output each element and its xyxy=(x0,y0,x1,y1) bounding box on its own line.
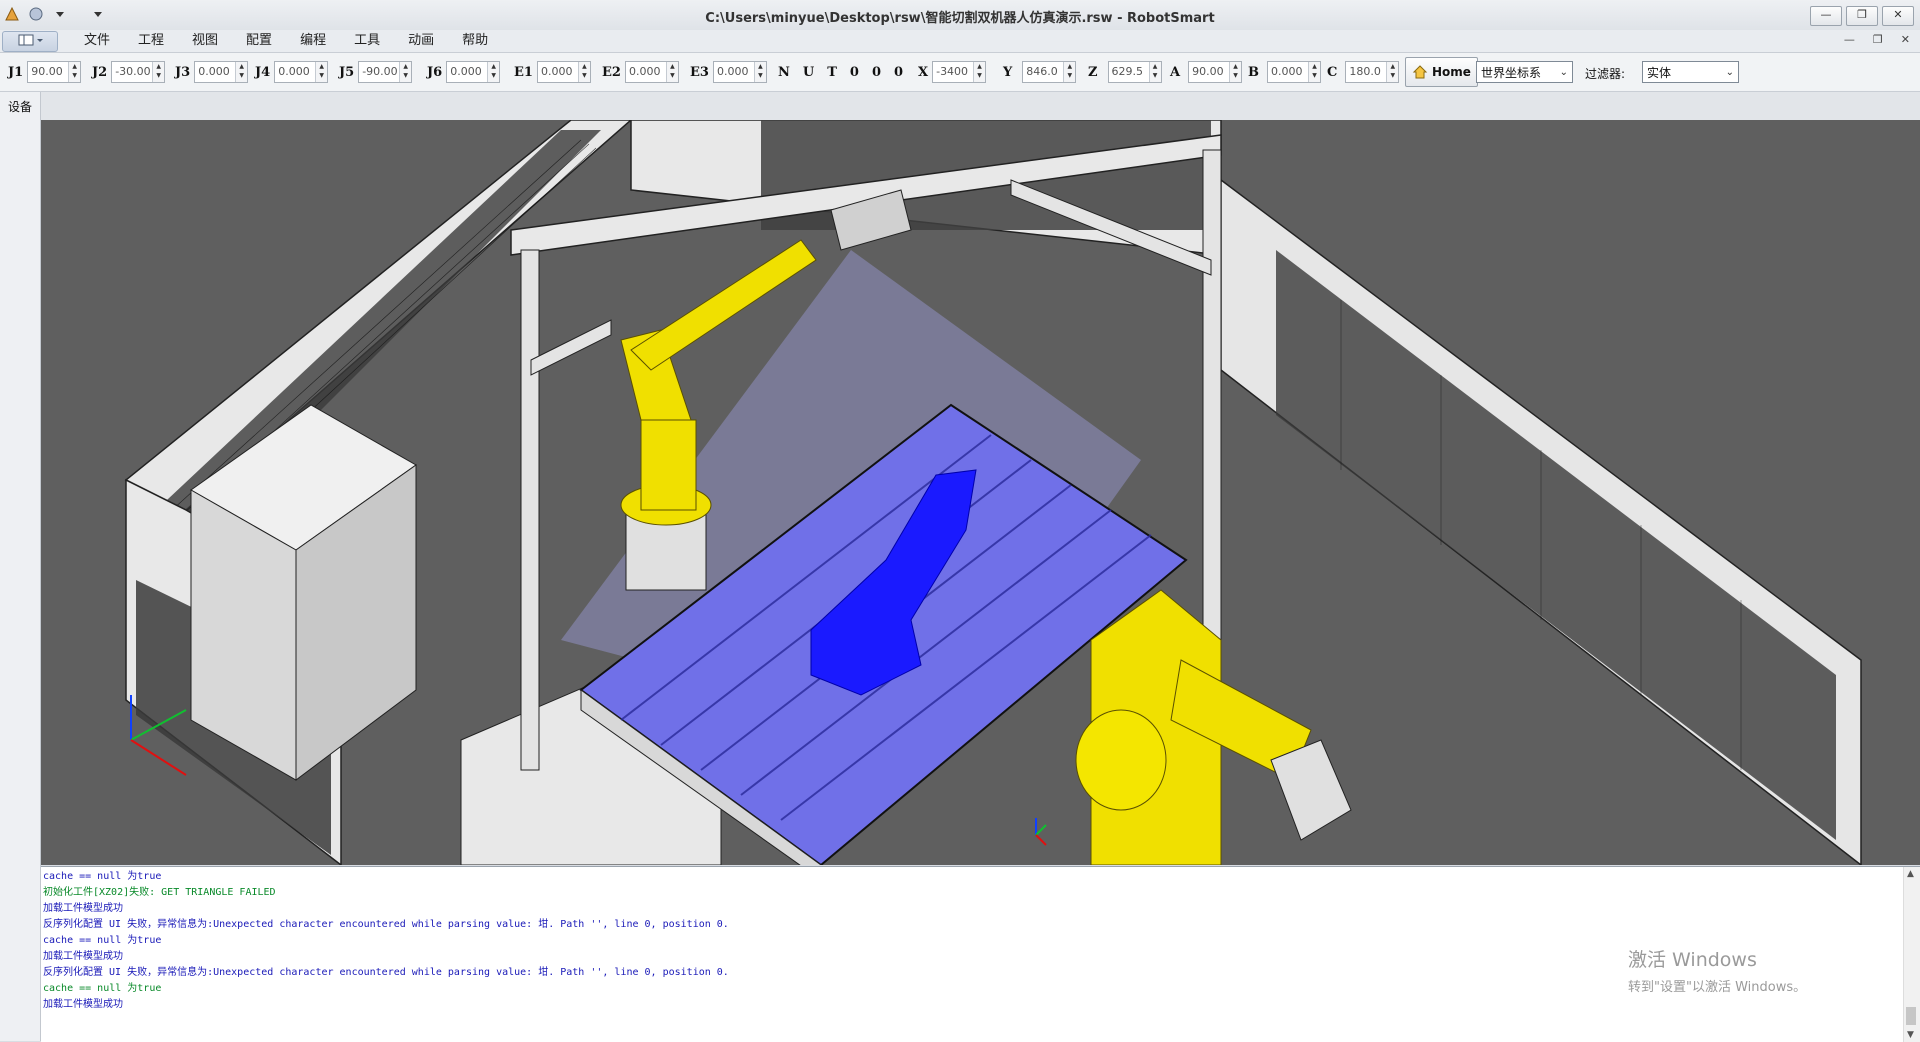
flag-0-c[interactable]: 0 xyxy=(894,65,903,80)
j6-spinner[interactable]: 0.000 ▲ ▼ xyxy=(446,61,501,83)
minimize-button[interactable]: — xyxy=(1810,6,1842,26)
c-label: C xyxy=(1327,64,1338,80)
j1-label: J1 xyxy=(8,64,24,80)
menu-bar: 文件 工程 视图 配置 编程 工具 动画 帮助 — ❐ ✕ xyxy=(0,30,1920,53)
title-bar: C:\Users\minyue\Desktop\rsw\智能切割双机器人仿真演示… xyxy=(0,0,1920,31)
scroll-down-icon[interactable]: ▼ xyxy=(1907,1030,1914,1040)
close-button[interactable]: ✕ xyxy=(1882,6,1914,26)
window-title: C:\Users\minyue\Desktop\rsw\智能切割双机器人仿真演示… xyxy=(705,11,1215,26)
j3-spinner[interactable]: 0.000 ▲ ▼ xyxy=(194,61,249,83)
home-label: Home xyxy=(1432,65,1471,79)
mdi-minimize-button[interactable]: — xyxy=(1844,33,1855,46)
filter-select[interactable]: 实体 ⌄ xyxy=(1642,61,1739,83)
log-line: 初始化工件[XZ02]失败: GET TRIANGLE FAILED xyxy=(43,887,276,898)
device-tab[interactable]: 设备 xyxy=(8,98,32,115)
flag-u[interactable]: U xyxy=(803,65,814,80)
e3-label: E3 xyxy=(690,64,709,80)
c-spinner[interactable]: 180.0 ▲ ▼ xyxy=(1345,61,1400,83)
filter-value: 实体 xyxy=(1647,65,1672,80)
menu-tools[interactable]: 工具 xyxy=(340,33,394,49)
j6-label: J6 xyxy=(427,64,443,80)
coord-system-select[interactable]: 世界坐标系 ⌄ xyxy=(1476,61,1573,83)
menu-config[interactable]: 配置 xyxy=(232,33,286,49)
a-label: A xyxy=(1170,64,1181,80)
e1-spinner[interactable]: 0.000 ▲ ▼ xyxy=(536,61,591,83)
j5-label: J5 xyxy=(339,64,355,80)
menu-project[interactable]: 工程 xyxy=(124,33,178,49)
chevron-down-icon: ⌄ xyxy=(1725,66,1734,78)
chevron-down-icon: ⌄ xyxy=(1559,66,1568,78)
j4-label: J4 xyxy=(255,64,271,80)
j2-spinner[interactable]: -30.00 ▲ ▼ xyxy=(111,61,166,83)
log-line: 加载工件模型成功 xyxy=(43,999,123,1010)
home-icon xyxy=(1412,65,1428,79)
log-line: cache == null 为true xyxy=(43,871,162,882)
menu-view[interactable]: 视图 xyxy=(178,33,232,49)
scroll-thumb[interactable] xyxy=(1906,1007,1916,1025)
menu-program[interactable]: 编程 xyxy=(286,33,340,49)
viewport-header xyxy=(41,92,1920,121)
j4-spinner[interactable]: 0.000 ▲ ▼ xyxy=(274,61,329,83)
application-menu-button[interactable] xyxy=(2,31,58,52)
log-line: 加载工件模型成功 xyxy=(43,951,123,962)
e2-spinner[interactable]: 0.000 ▲ ▼ xyxy=(624,61,679,83)
menu-help[interactable]: 帮助 xyxy=(448,33,502,49)
log-line: cache == null 为true xyxy=(43,983,162,994)
3d-viewport[interactable] xyxy=(41,120,1920,865)
joint-toolbar: J1 90.00 ▲ ▼ J2 -30.00 ▲ ▼ J3 0.000 ▲ ▼ J4 0.000 ▲ ▼… xyxy=(0,53,1920,92)
z-label: Z xyxy=(1088,64,1098,80)
x-spinner[interactable]: -3400 ▲ ▼ xyxy=(932,61,987,83)
j1-spinner[interactable]: 90.00 ▲ ▼ xyxy=(27,61,82,83)
device-panel: 设备 xyxy=(0,92,41,1041)
flag-t[interactable]: T xyxy=(827,65,837,80)
flag-n[interactable]: N xyxy=(778,65,790,80)
e2-label: E2 xyxy=(602,64,621,80)
log-scrollbar[interactable]: ▲ ▼ xyxy=(1903,867,1920,1042)
b-label: B xyxy=(1248,64,1259,80)
x-label: X xyxy=(918,64,929,80)
z-spinner[interactable]: 629.5 ▲ ▼ xyxy=(1107,61,1162,83)
log-line: 反序列化配置 UI 失败，异常信息为:Unexpected character … xyxy=(43,919,729,930)
y-label: Y xyxy=(1003,64,1013,80)
log-line: 反序列化配置 UI 失败，异常信息为:Unexpected character … xyxy=(43,967,729,978)
y-spinner[interactable]: 846.0 ▲ ▼ xyxy=(1022,61,1077,83)
scroll-up-icon[interactable]: ▲ xyxy=(1907,869,1914,879)
log-line: 加载工件模型成功 xyxy=(43,903,123,914)
3d-scene[interactable] xyxy=(41,120,1920,865)
j5-spinner[interactable]: -90.00 ▲ ▼ xyxy=(358,61,413,83)
layout-icon xyxy=(18,34,43,46)
e3-spinner[interactable]: 0.000 ▲ ▼ xyxy=(712,61,767,83)
flag-0-b[interactable]: 0 xyxy=(872,65,881,80)
log-line: cache == null 为true xyxy=(43,935,162,946)
j2-label: J2 xyxy=(92,64,108,80)
b-spinner[interactable]: 0.000 ▲ ▼ xyxy=(1267,61,1321,83)
a-spinner[interactable]: 90.00 ▲ ▼ xyxy=(1188,61,1243,83)
mdi-close-button[interactable]: ✕ xyxy=(1901,33,1910,46)
e1-label: E1 xyxy=(514,64,533,80)
output-log[interactable]: cache == null 为true 初始化工件[XZ02]失败: GET T… xyxy=(41,866,1920,1042)
filter-label: 过滤器: xyxy=(1585,67,1626,81)
mdi-restore-button[interactable]: ❐ xyxy=(1873,33,1883,46)
menu-animation[interactable]: 动画 xyxy=(394,33,448,49)
restore-button[interactable]: ❐ xyxy=(1846,6,1878,26)
coord-system-value: 世界坐标系 xyxy=(1481,65,1542,80)
j3-label: J3 xyxy=(175,64,191,80)
activation-watermark: 激活 Windows 转到"设置"以激活 Windows。 xyxy=(1628,949,1807,995)
menu-file[interactable]: 文件 xyxy=(70,33,124,49)
home-button[interactable]: Home xyxy=(1405,57,1478,87)
flag-0-a[interactable]: 0 xyxy=(850,65,859,80)
